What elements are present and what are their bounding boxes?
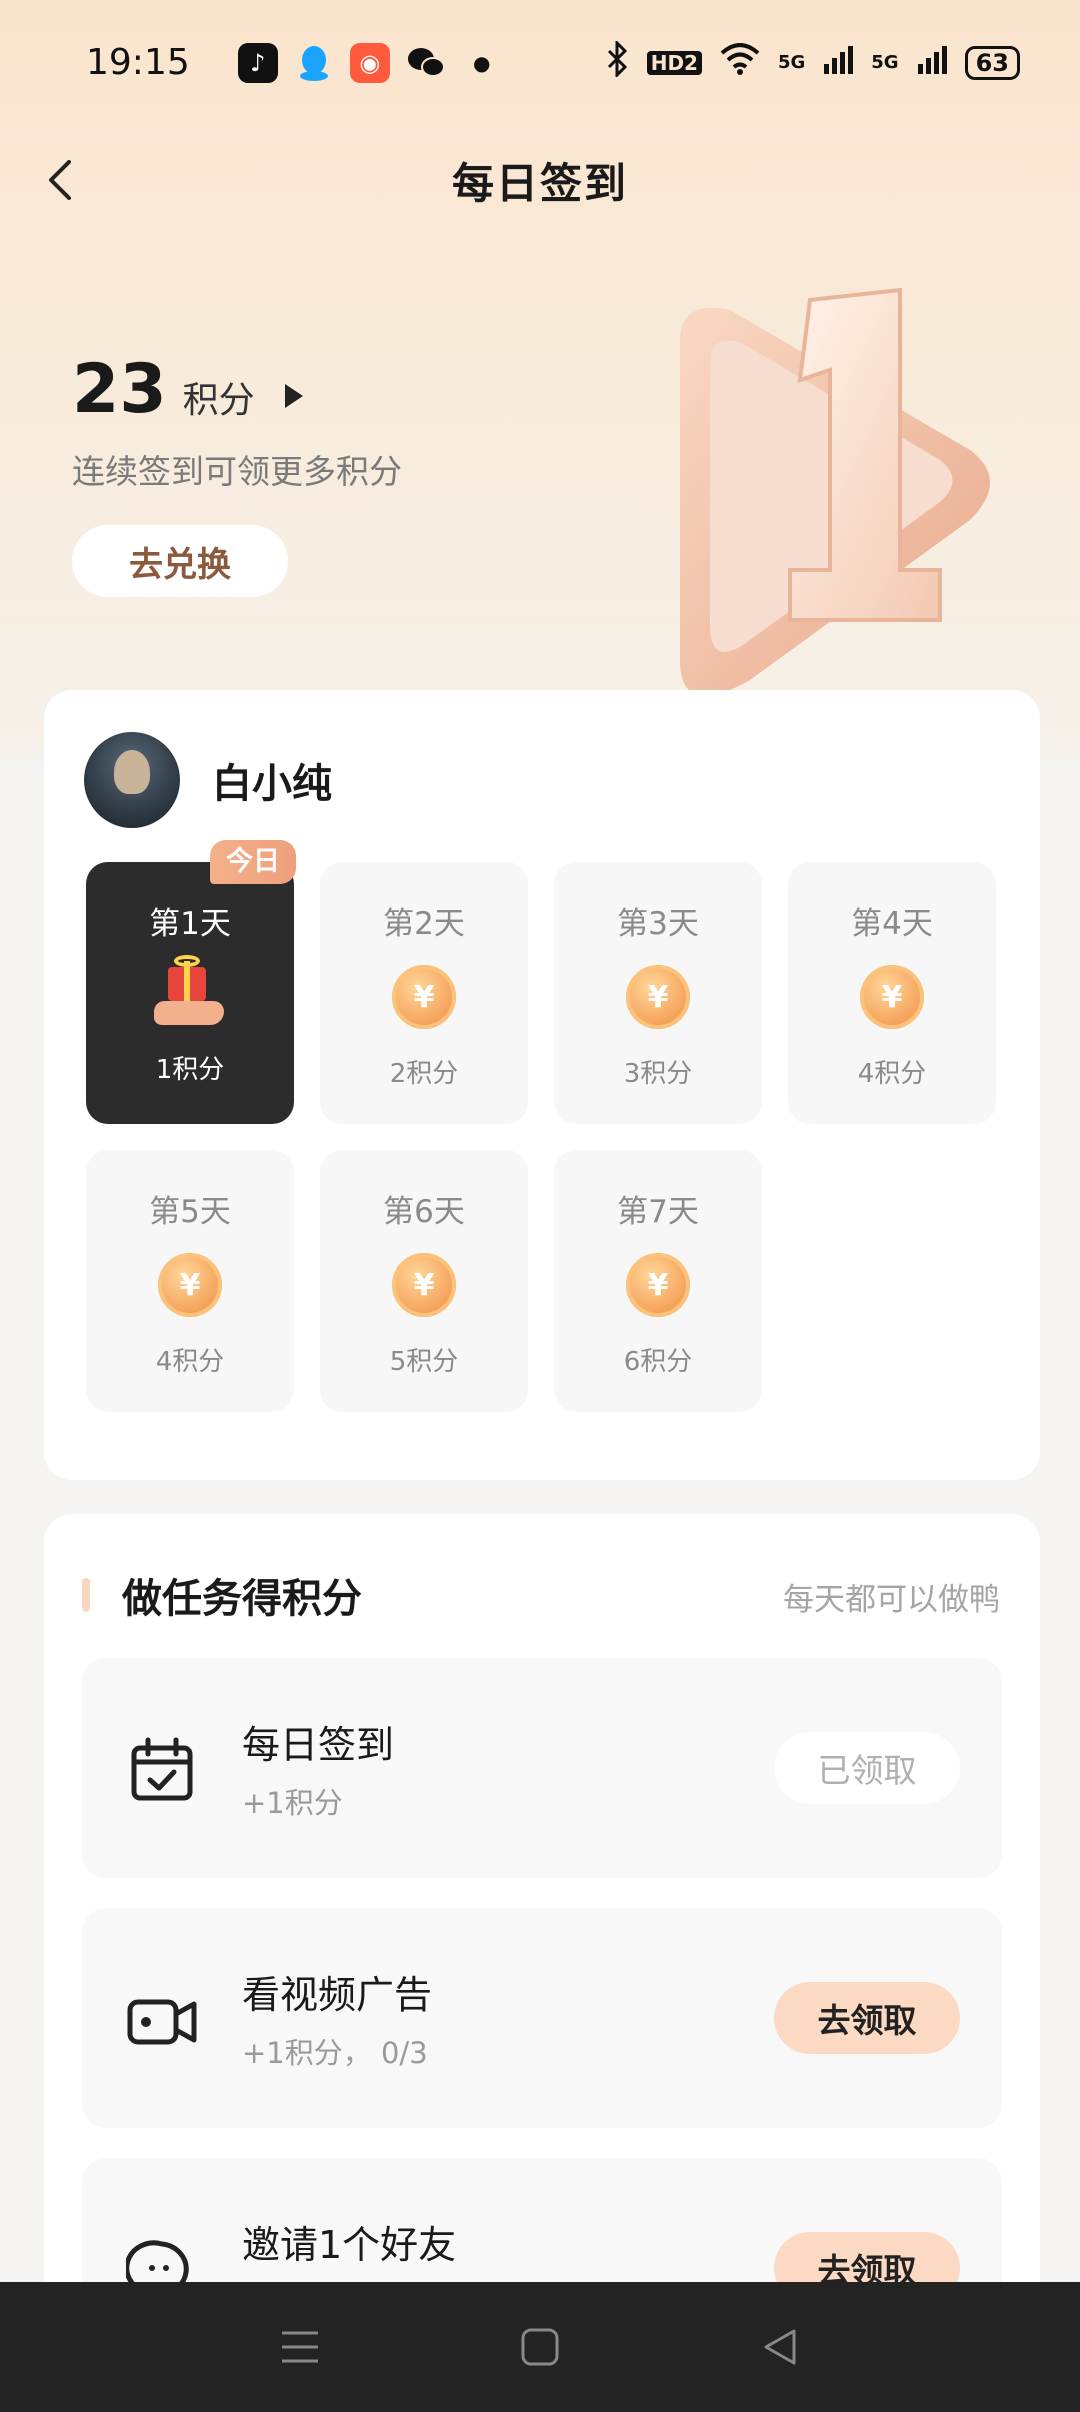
day-points: 4积分	[857, 1059, 927, 1089]
page-title: 每日签到	[451, 158, 628, 208]
tasks-title: 做任务得积分	[122, 1576, 362, 1622]
checkin-day-6[interactable]: 第6天 ¥ 5积分	[320, 1150, 528, 1412]
checkin-day-5[interactable]: 第5天 ¥ 4积分	[86, 1150, 294, 1412]
video-camera-icon	[127, 1999, 197, 2045]
tasks-header: 做任务得积分	[82, 1566, 362, 1624]
task-name: 每日签到	[242, 1723, 395, 1767]
tasks-hint: 每天都可以做鸭	[783, 1582, 1000, 1618]
checkin-day-4[interactable]: 第4天 ¥ 4积分	[788, 862, 996, 1124]
day-points: 1积分	[155, 1055, 225, 1085]
points-summary[interactable]: 23 积分	[72, 350, 303, 429]
username: 白小纯	[212, 761, 332, 807]
chevron-left-icon	[49, 160, 71, 200]
dot-icon: ●	[473, 50, 491, 75]
day-label: 第1天	[149, 906, 231, 942]
day-points: 2积分	[389, 1059, 459, 1089]
user-info: 白小纯	[84, 732, 332, 828]
tiktok-icon: ♪	[237, 42, 278, 83]
status-time: 19:15	[86, 42, 190, 83]
menu-button[interactable]	[270, 2317, 330, 2377]
day-label: 第2天	[383, 906, 465, 942]
day-points: 3积分	[623, 1059, 693, 1089]
coin-icon: ¥	[626, 1253, 690, 1317]
day-label: 第4天	[851, 906, 933, 942]
calendar-check-icon	[131, 1737, 193, 1801]
day-points: 6积分	[623, 1347, 693, 1377]
day-label: 第7天	[617, 1194, 699, 1230]
tasks-card: 做任务得积分 每天都可以做鸭 每日签到 +1积分 已领取 看视频广告 +1积分，…	[44, 1514, 1040, 2412]
app-icon: ◉	[349, 42, 390, 83]
title-accent-bar	[82, 1578, 90, 1612]
checkin-card: 白小纯 今日 第1天 1积分 第2天 ¥ 2积分 第3天 ¥ 3积分 第4天 ¥…	[44, 690, 1040, 1480]
wifi-icon	[720, 43, 760, 82]
coin-icon: ¥	[860, 965, 924, 1029]
system-nav-bar	[0, 2282, 1080, 2412]
back-triangle-icon	[764, 2329, 796, 2365]
day-label: 第6天	[383, 1194, 465, 1230]
task-reward: +1积分	[242, 1786, 343, 1820]
qq-icon	[294, 43, 334, 83]
claimed-button[interactable]: 已领取	[774, 1732, 960, 1804]
gift-icon	[154, 955, 226, 1031]
day-label: 第5天	[149, 1194, 231, 1230]
play-arrow-icon	[284, 384, 303, 408]
page-header: 每日签到	[0, 140, 1080, 220]
bluetooth-icon	[605, 39, 629, 84]
home-square-icon	[521, 2328, 559, 2366]
exchange-button[interactable]: 去兑换	[72, 525, 288, 597]
checkin-day-1[interactable]: 今日 第1天 1积分	[86, 840, 296, 1124]
day-one-badge-icon	[680, 287, 990, 696]
signal-5g-label: 5G	[777, 52, 806, 73]
claim-button[interactable]: 去领取	[774, 1982, 960, 2054]
today-badge: 今日	[210, 840, 296, 884]
signal-icon	[823, 44, 854, 81]
wechat-icon	[406, 43, 446, 83]
day-points: 5积分	[389, 1347, 459, 1377]
battery-icon: 63	[964, 45, 1020, 80]
points-subtitle: 连续签到可领更多积分	[72, 452, 402, 491]
points-unit: 积分	[182, 380, 255, 421]
task-reward: +1积分， 0/3	[242, 2036, 428, 2070]
day-label: 第3天	[617, 906, 699, 942]
home-button[interactable]	[510, 2317, 570, 2377]
checkin-day-2[interactable]: 第2天 ¥ 2积分	[320, 862, 528, 1124]
signal-5g-label-2: 5G	[871, 52, 899, 73]
signal-icon-2	[917, 44, 947, 81]
hd-label: HD2	[646, 50, 702, 75]
coin-icon: ¥	[392, 1253, 456, 1317]
back-nav-button[interactable]	[750, 2317, 810, 2377]
notification-icons: ♪ ◉ ●	[237, 42, 502, 83]
checkin-day-3[interactable]: 第3天 ¥ 3积分	[554, 862, 762, 1124]
coin-icon: ¥	[626, 965, 690, 1029]
task-item-watch-video: 看视频广告 +1积分， 0/3 去领取	[82, 1908, 1002, 2128]
avatar[interactable]	[84, 732, 180, 828]
coin-icon: ¥	[158, 1253, 222, 1317]
system-icons: HD2 5G 5G 63	[605, 39, 1020, 84]
menu-icon	[282, 2331, 318, 2363]
task-name: 看视频广告	[242, 1973, 433, 2017]
task-item-daily-checkin: 每日签到 +1积分 已领取	[82, 1658, 1002, 1878]
day-points: 4积分	[155, 1347, 225, 1377]
checkin-day-7[interactable]: 第7天 ¥ 6积分	[554, 1150, 762, 1412]
coin-icon: ¥	[392, 965, 456, 1029]
points-value: 23	[72, 350, 167, 429]
status-bar: 19:15 ♪ ◉ ● HD2 5G 5G 63	[0, 0, 1080, 125]
back-button[interactable]	[30, 150, 90, 210]
task-name: 邀请1个好友	[242, 2223, 457, 2267]
